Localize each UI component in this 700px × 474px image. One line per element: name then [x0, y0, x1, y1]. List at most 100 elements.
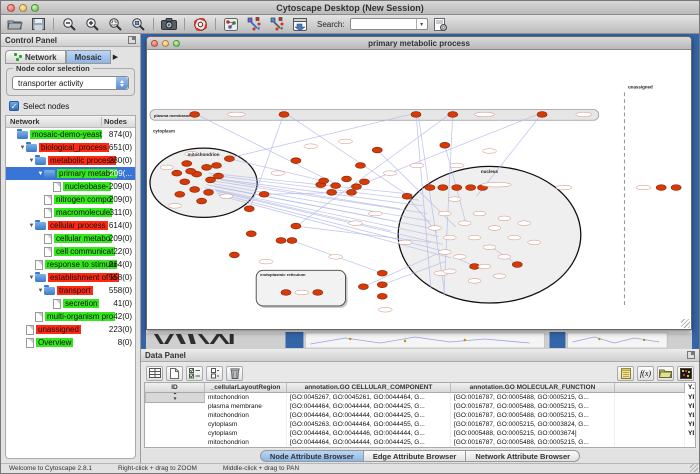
table-cell[interactable]: [615, 393, 685, 402]
tree-row-macromolecule[interactable]: macromolecule311(0): [6, 206, 135, 219]
network-node[interactable]: [197, 198, 207, 204]
table-cell[interactable]: cytoplasm: [205, 429, 287, 438]
network-node[interactable]: [224, 156, 234, 162]
attribute-list-icon[interactable]: [206, 366, 223, 381]
network-node-label[interactable]: [482, 182, 512, 187]
network-node-label[interactable]: [259, 259, 273, 264]
tree-row-nucleobase-[interactable]: nucleobase-209(0): [6, 180, 135, 193]
import-network-icon[interactable]: [290, 17, 310, 32]
network-node[interactable]: [448, 112, 458, 118]
expand-arrow-icon[interactable]: ▼: [37, 171, 44, 177]
network-node-label[interactable]: [498, 255, 511, 260]
tree-row-transport[interactable]: ▼transport558(0): [6, 284, 135, 297]
network-node-label[interactable]: [453, 255, 466, 260]
network-node-label[interactable]: [168, 204, 182, 209]
tab-mosaic[interactable]: Mosaic: [66, 50, 111, 64]
network-node[interactable]: [342, 176, 352, 182]
network-node[interactable]: [175, 191, 185, 197]
network-node-label[interactable]: [329, 255, 343, 260]
cell-id[interactable]: YJR121W__1: [685, 383, 695, 392]
table-cell[interactable]: [GO:0044464, GO:0044444, GO:0044425, G..…: [287, 411, 451, 420]
expand-arrow-icon[interactable]: ▼: [19, 145, 26, 151]
network-node[interactable]: [244, 206, 254, 212]
table-cell[interactable]: mitochondrion: [205, 411, 287, 420]
tab-network[interactable]: Network: [5, 50, 66, 64]
table-cell[interactable]: mitochondrion: [205, 393, 287, 402]
tree-row-unassigned[interactable]: unassigned223(0): [6, 323, 135, 336]
import-attributes-folder-icon[interactable]: [657, 366, 674, 381]
network-node-label[interactable]: [410, 163, 424, 168]
network-node[interactable]: [331, 183, 341, 189]
network-node-label[interactable]: [636, 185, 651, 190]
network-node[interactable]: [438, 185, 448, 191]
network-node[interactable]: [319, 178, 329, 184]
network-node-label[interactable]: [483, 245, 496, 250]
table-cell[interactable]: [GO:0016787, GO:0005488, GO:0005215, G..…: [451, 411, 615, 420]
network-node[interactable]: [182, 161, 192, 167]
tree-row-overview[interactable]: Overview8(0): [6, 336, 135, 349]
function-builder-icon[interactable]: f(x): [637, 366, 654, 381]
help-lifesaver-icon[interactable]: [190, 17, 210, 32]
table-cell[interactable]: plasma membrane: [205, 402, 287, 411]
network-node-label[interactable]: [498, 216, 511, 221]
tree-row-cellular-metabo[interactable]: cellular metabo209(0): [6, 232, 135, 245]
cell-id[interactable]: YLR295C: [685, 411, 695, 420]
network-canvas-area[interactable]: plasma membranecytoplasmmitochondrionnuc…: [147, 50, 691, 329]
tab-edge-attribute-browser[interactable]: Edge Attribute Browser: [364, 450, 466, 462]
network-node-label[interactable]: [383, 171, 397, 176]
table-cell[interactable]: [615, 429, 685, 438]
network-view-window[interactable]: primary metabolic process plasma membran…: [146, 36, 692, 330]
network-node[interactable]: [402, 193, 412, 199]
table-cell[interactable]: [GO:0016787, GO:0005215, GO:0003824, G..…: [451, 420, 615, 429]
network-node[interactable]: [440, 142, 450, 148]
table-cell[interactable]: cytoplasm: [205, 420, 287, 429]
network-node[interactable]: [351, 184, 361, 190]
tab-node-attribute-browser[interactable]: Node Attribute Browser: [260, 450, 364, 462]
network-node[interactable]: [377, 293, 387, 299]
network-node-label[interactable]: [295, 290, 309, 295]
network-node-label[interactable]: [473, 211, 486, 216]
tree-col-nodes[interactable]: Nodes: [101, 117, 135, 126]
network-node[interactable]: [276, 238, 286, 244]
search-dropdown-arrow[interactable]: ▾: [416, 19, 427, 29]
network-node-label[interactable]: [483, 149, 497, 154]
color-attribute-select[interactable]: transporter activity: [12, 76, 129, 90]
network-window-titlebar[interactable]: primary metabolic process: [147, 37, 691, 50]
search-options-icon[interactable]: [431, 17, 451, 32]
network-node-label[interactable]: [220, 194, 233, 199]
table-cell[interactable]: [GO:0044464, GO:0044444, GO:0044425, G..…: [287, 438, 451, 447]
network-node-label[interactable]: [493, 274, 506, 279]
cell-id[interactable]: YPL036W__1: [685, 402, 695, 411]
tree-row-nitrogen-compo[interactable]: nitrogen compo209(0): [6, 193, 135, 206]
network-node[interactable]: [204, 190, 214, 196]
delete-attribute-trash-icon[interactable]: [226, 366, 243, 381]
select-nodes-checkbox[interactable]: ✓: [9, 101, 19, 111]
tree-row-cell-communicat[interactable]: cell communicat22(0): [6, 245, 135, 258]
zoom-out-icon[interactable]: [59, 17, 79, 32]
open-file-icon[interactable]: [5, 17, 25, 32]
table-cell[interactable]: [615, 420, 685, 429]
network-node[interactable]: [186, 168, 196, 174]
network-node-label[interactable]: [227, 112, 245, 117]
save-icon[interactable]: [28, 17, 48, 32]
search-input[interactable]: ▾: [350, 18, 428, 30]
network-node-label[interactable]: [508, 235, 521, 240]
select-attributes-icon[interactable]: [146, 366, 163, 381]
network-node[interactable]: [291, 223, 301, 229]
table-cell[interactable]: [GO:0045267, GO:0045261, GO:0044464, G..…: [287, 393, 451, 402]
table-cell[interactable]: [GO:0016787, GO:0005488, GO:0005215, G..…: [451, 393, 615, 402]
network-node[interactable]: [214, 173, 224, 179]
network-node[interactable]: [180, 179, 190, 185]
zoom-fit-icon[interactable]: [128, 17, 148, 32]
network-node[interactable]: [425, 185, 435, 191]
network-node[interactable]: [279, 112, 289, 118]
network-node[interactable]: [190, 187, 200, 193]
network-node[interactable]: [347, 190, 357, 196]
float-panel-icon[interactable]: [128, 36, 136, 44]
network-node-label[interactable]: [304, 144, 318, 149]
network-node[interactable]: [411, 112, 421, 118]
network-node[interactable]: [372, 147, 382, 153]
new-attribute-icon[interactable]: [166, 366, 183, 381]
snapshot-camera-icon[interactable]: [159, 17, 179, 32]
table-cell[interactable]: [615, 411, 685, 420]
